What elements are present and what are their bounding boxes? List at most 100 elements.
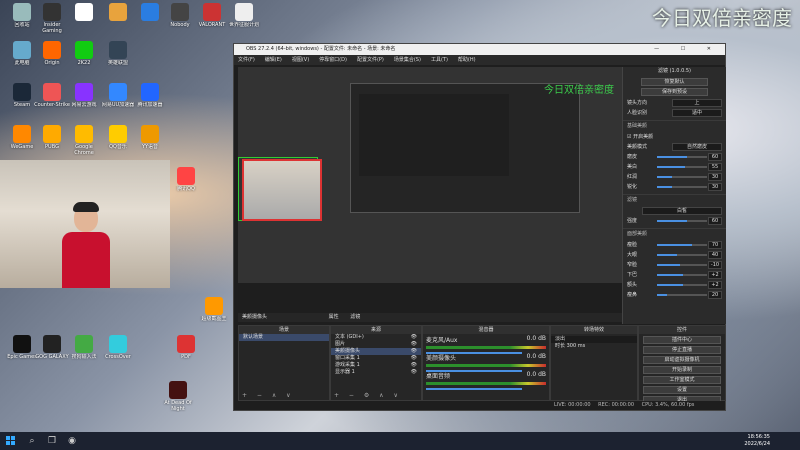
slider-track[interactable] xyxy=(657,220,707,222)
slider-track[interactable] xyxy=(657,264,707,266)
filter-value[interactable]: 白皙 xyxy=(642,207,722,215)
slider-label: 额头 xyxy=(627,282,638,288)
slider-value[interactable]: +2 xyxy=(708,271,722,279)
settings-button[interactable]: 保存到预设 xyxy=(641,88,708,96)
desktop-icon[interactable]: Nobody xyxy=(162,2,198,36)
control-button[interactable]: 工作室模式 xyxy=(643,376,721,384)
menu-item[interactable]: 编辑(E) xyxy=(265,57,282,63)
transition-select[interactable]: 淡出 xyxy=(551,336,637,343)
control-button[interactable]: 启动虚拟摄像机 xyxy=(643,356,721,364)
filters-button[interactable]: 滤镜 xyxy=(350,314,360,320)
desktop-icon[interactable]: YY语音 xyxy=(132,124,168,158)
source-item[interactable]: 文本 (GDI+) 👁 xyxy=(331,334,421,341)
source-item[interactable]: 显示器 1 👁 xyxy=(331,369,421,376)
menu-item[interactable]: 配置文件(P) xyxy=(357,57,384,63)
desktop-icon[interactable]: 世界征服计划 xyxy=(226,2,262,36)
slider-track[interactable] xyxy=(657,294,707,296)
beauty-toggle[interactable]: ☑ 开启美颜 xyxy=(623,132,726,142)
slider-value[interactable]: 40 xyxy=(708,251,722,259)
dropdown-value[interactable]: 上 xyxy=(672,99,722,107)
desktop-icon[interactable]: Insider Gaming xyxy=(34,2,70,36)
desktop-icon[interactable]: 超级截图王 xyxy=(196,296,232,330)
search-icon[interactable]: ⌕ xyxy=(26,435,38,447)
obs-title-bar[interactable]: OBS 27.2.4 (64-bit, windows) - 配置文件: 未命名… xyxy=(234,44,725,55)
desktop-icon[interactable]: 腾讯QQ xyxy=(168,166,204,200)
scenes-toolbar[interactable]: + − ∧ ∨ xyxy=(242,392,295,399)
eye-icon[interactable]: 👁 xyxy=(411,334,417,341)
slider-track[interactable] xyxy=(657,166,707,168)
desktop-icon[interactable]: PUBG xyxy=(34,124,70,158)
transition-duration[interactable]: 时长 300 ms xyxy=(551,343,637,350)
desktop-icon[interactable]: 2K22 xyxy=(66,40,102,74)
beauty-mode-value[interactable]: 自然磨皮 xyxy=(672,143,722,151)
control-button[interactable]: 开始录制 xyxy=(643,366,721,374)
desktop-icon[interactable]: 搜狗输入法 xyxy=(66,334,102,368)
desktop-icon[interactable] xyxy=(100,2,136,36)
menu-item[interactable]: 文件(F) xyxy=(238,57,255,63)
desktop-icon[interactable]: GOG GALAXY xyxy=(34,334,70,368)
menu-item[interactable]: 帮助(H) xyxy=(458,57,476,63)
slider-value[interactable]: 55 xyxy=(708,163,722,171)
eye-icon[interactable]: 👁 xyxy=(411,348,417,355)
source-item[interactable]: 美颜摄像头 👁 xyxy=(331,348,421,355)
desktop-icon[interactable]: 腾讯加速器 xyxy=(132,82,168,116)
slider-track[interactable] xyxy=(657,176,707,178)
desktop-icon[interactable]: Origin xyxy=(34,40,70,74)
desktop-icon[interactable]: PDF xyxy=(168,334,204,368)
desktop-icon[interactable]: Google Chrome xyxy=(66,124,102,158)
volume-slider[interactable] xyxy=(426,388,522,390)
menu-item[interactable]: 场景集合(S) xyxy=(394,57,421,63)
slider-value[interactable]: 70 xyxy=(708,241,722,249)
slider-value[interactable]: 20 xyxy=(708,291,722,299)
menu-item[interactable]: 视图(V) xyxy=(292,57,309,63)
desktop-icon[interactable]: QQ音乐 xyxy=(100,124,136,158)
slider-value[interactable]: 60 xyxy=(708,153,722,161)
slider-track[interactable] xyxy=(657,254,707,256)
settings-button[interactable]: 恢复默认 xyxy=(641,78,708,86)
desktop-icon[interactable]: 网易UU加速器 xyxy=(100,82,136,116)
obs-preview[interactable]: 今日双倍亲密度 xyxy=(238,67,622,283)
sources-toolbar[interactable]: + − ⚙ ∧ ∨ xyxy=(334,392,402,399)
control-button[interactable]: 设置 xyxy=(643,386,721,394)
eye-icon[interactable]: 👁 xyxy=(411,341,417,348)
slider-track[interactable] xyxy=(657,186,707,188)
desktop-icon[interactable]: VALORANT xyxy=(194,2,230,36)
control-button[interactable]: 插件中心 xyxy=(643,336,721,344)
source-item[interactable]: 窗口采集 1 👁 xyxy=(331,355,421,362)
slider-value[interactable]: 30 xyxy=(708,183,722,191)
system-clock[interactable]: 18:56:35 2022/6/24 xyxy=(744,434,770,448)
desktop-icon[interactable]: Counter-Strike xyxy=(34,82,70,116)
window-controls[interactable]: — ☐ ✕ xyxy=(654,44,721,55)
slider-track[interactable] xyxy=(657,274,707,276)
obs-window[interactable]: OBS 27.2.4 (64-bit, windows) - 配置文件: 未命名… xyxy=(233,43,726,411)
desktop-icon-label: Insider Gaming xyxy=(42,22,62,34)
desktop-icon[interactable]: 网易云游戏 xyxy=(66,82,102,116)
slider-value[interactable]: 30 xyxy=(708,173,722,181)
eye-icon[interactable]: 👁 xyxy=(411,369,417,376)
dropdown-value[interactable]: 适中 xyxy=(672,109,722,117)
desktop-icon[interactable]: CrossOver xyxy=(100,334,136,368)
obs-taskbar-icon[interactable]: ◉ xyxy=(66,435,78,447)
source-item[interactable]: 图片 👁 xyxy=(331,341,421,348)
camera-source-box[interactable] xyxy=(242,159,322,221)
slider-track[interactable] xyxy=(657,156,707,158)
desktop-icon[interactable]: At Dead Of Night xyxy=(160,380,196,414)
eye-icon[interactable]: 👁 xyxy=(411,362,417,369)
slider-value[interactable]: 60 xyxy=(708,217,722,225)
slider-value[interactable]: -10 xyxy=(708,261,722,269)
slider-track[interactable] xyxy=(657,244,707,246)
scene-item[interactable]: 默认场景 xyxy=(239,334,329,341)
task-view-icon[interactable]: ❐ xyxy=(46,435,58,447)
menu-item[interactable]: 停靠窗口(D) xyxy=(319,57,347,63)
desktop-icon[interactable] xyxy=(66,2,102,36)
properties-button[interactable]: 属性 xyxy=(329,314,339,320)
menu-item[interactable]: 工具(T) xyxy=(431,57,448,63)
eye-icon[interactable]: 👁 xyxy=(411,355,417,362)
slider-label: 磨皮 xyxy=(627,154,638,160)
windows-start-icon[interactable] xyxy=(6,436,16,446)
desktop-icon[interactable]: 英雄联盟 xyxy=(100,40,136,74)
source-item[interactable]: 游戏采集 1 👁 xyxy=(331,362,421,369)
slider-track[interactable] xyxy=(657,284,707,286)
control-button[interactable]: 停止直播 xyxy=(643,346,721,354)
slider-value[interactable]: +2 xyxy=(708,281,722,289)
